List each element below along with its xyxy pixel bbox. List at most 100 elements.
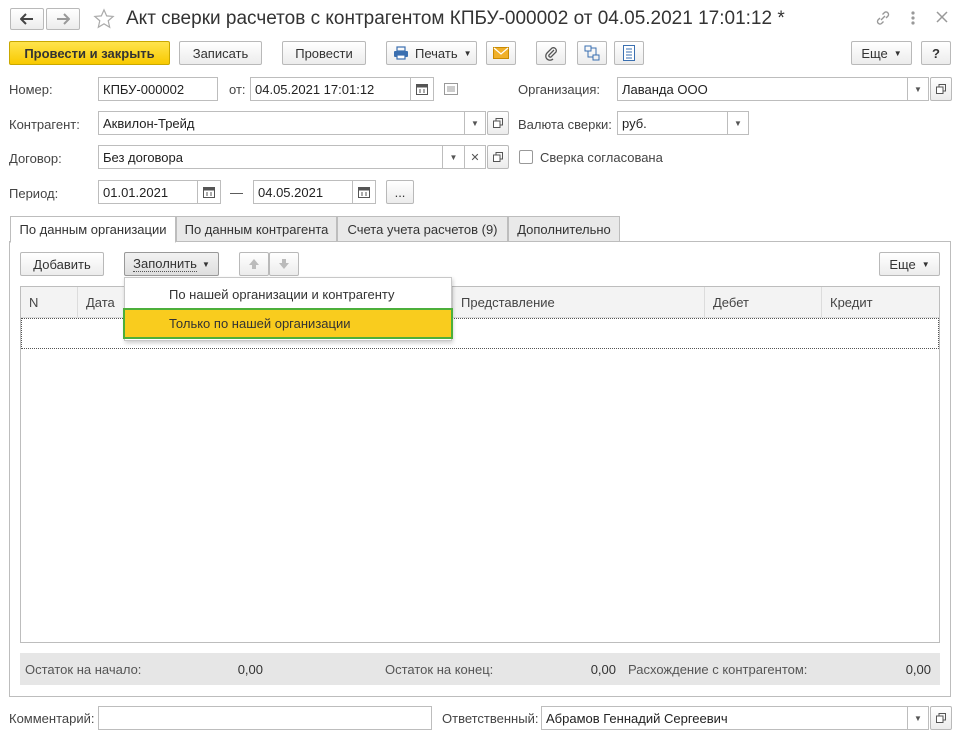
tab-org-data[interactable]: По данным организации	[10, 216, 176, 243]
period-end-field[interactable]: 04.05.2021	[253, 180, 376, 204]
open-window-icon	[493, 118, 503, 128]
counterparty-field[interactable]: Аквилон-Трейд ▼	[98, 111, 486, 135]
paperclip-icon	[544, 45, 558, 61]
chevron-down-icon: ▼	[921, 259, 930, 269]
post-and-close-button[interactable]: Провести и закрыть	[9, 41, 170, 65]
clear-icon: ✕	[470, 151, 480, 164]
number-field[interactable]: КПБУ-000002	[98, 77, 218, 101]
structure-button[interactable]	[577, 41, 607, 65]
notes-icon[interactable]	[444, 83, 458, 95]
fill-label: Заполнить	[133, 256, 197, 272]
add-button[interactable]: Добавить	[20, 252, 104, 276]
organization-open-button[interactable]	[930, 77, 952, 101]
comment-label: Комментарий:	[9, 711, 95, 726]
counterparty-dropdown-button[interactable]: ▼	[464, 112, 485, 134]
number-label: Номер:	[9, 82, 53, 97]
hierarchy-icon	[584, 45, 600, 61]
print-label: Печать	[415, 45, 458, 61]
calendar-button[interactable]	[197, 181, 220, 203]
start-balance-value: 0,00	[237, 662, 263, 677]
more-actions-icon[interactable]	[906, 10, 920, 26]
period-start-field[interactable]: 01.01.2021	[98, 180, 221, 204]
column-header-n[interactable]: N	[21, 287, 78, 317]
calendar-button[interactable]	[352, 181, 375, 203]
organization-label: Организация:	[518, 82, 601, 97]
agreed-checkbox[interactable]	[519, 150, 533, 164]
print-button[interactable]: Печать ▼	[386, 41, 477, 65]
contract-clear-button[interactable]: ✕	[464, 146, 485, 168]
difference-value: 0,00	[905, 662, 931, 677]
period-start-value: 01.01.2021	[103, 184, 169, 200]
period-label: Период:	[9, 186, 59, 201]
menu-item-org-only-label: Только по нашей организации	[169, 316, 351, 331]
open-window-icon	[936, 84, 946, 94]
more-label: Еще	[861, 45, 888, 61]
contract-open-button[interactable]	[487, 145, 509, 169]
responsible-label: Ответственный:	[442, 711, 539, 726]
column-header-representation[interactable]: Представление	[452, 287, 705, 317]
printer-icon	[393, 46, 409, 60]
open-window-icon	[493, 152, 503, 162]
contract-field[interactable]: Без договора ▼ ✕	[98, 145, 486, 169]
arrow-down-icon	[278, 258, 290, 270]
save-button[interactable]: Записать	[179, 41, 262, 65]
forward-button[interactable]	[46, 8, 80, 30]
period-select-button[interactable]: ...	[386, 180, 414, 204]
report-button[interactable]	[614, 41, 644, 65]
date-value: 04.05.2021 17:01:12	[255, 81, 375, 97]
attach-button[interactable]	[536, 41, 566, 65]
arrow-left-icon	[20, 13, 34, 25]
calendar-icon	[416, 83, 428, 95]
close-icon[interactable]	[935, 10, 949, 24]
column-header-credit[interactable]: Кредит	[822, 287, 939, 317]
calendar-button[interactable]	[410, 78, 433, 100]
chevron-down-icon: ▼	[893, 48, 902, 58]
responsible-dropdown-button[interactable]: ▼	[907, 707, 928, 729]
date-field[interactable]: 04.05.2021 17:01:12	[250, 77, 434, 101]
arrow-up-icon	[248, 258, 260, 270]
organization-field[interactable]: Лаванда ООО ▼	[617, 77, 929, 101]
help-button[interactable]: ?	[921, 41, 951, 65]
totals-bar: Остаток на начало: 0,00 Остаток на конец…	[20, 653, 940, 685]
tab-additional[interactable]: Дополнительно	[508, 216, 620, 242]
currency-field[interactable]: руб. ▼	[617, 111, 749, 135]
start-balance-label: Остаток на начало:	[25, 662, 142, 677]
fill-dropdown-menu: По нашей организации и контрагенту Тольк…	[123, 277, 453, 341]
period-end-value: 04.05.2021	[258, 184, 324, 200]
chevron-down-icon: ▼	[471, 118, 479, 128]
favorite-star-icon[interactable]	[93, 8, 115, 30]
currency-label: Валюта сверки:	[518, 117, 612, 132]
currency-value: руб.	[622, 115, 647, 131]
move-down-button[interactable]	[269, 252, 299, 276]
more-button[interactable]: Еще ▼	[851, 41, 912, 65]
comment-field[interactable]	[98, 706, 432, 730]
open-window-icon	[936, 713, 946, 723]
email-button[interactable]	[486, 41, 516, 65]
menu-item-org-only[interactable]: Только по нашей организации	[123, 308, 453, 339]
menu-item-org-and-counterparty[interactable]: По нашей организации и контрагенту	[169, 287, 394, 302]
organization-dropdown-button[interactable]: ▼	[907, 78, 928, 100]
currency-dropdown-button[interactable]: ▼	[727, 112, 748, 134]
contract-dropdown-button[interactable]: ▼	[442, 146, 464, 168]
back-button[interactable]	[10, 8, 44, 30]
document-list-icon	[623, 45, 635, 61]
counterparty-open-button[interactable]	[487, 111, 509, 135]
chevron-down-icon: ▼	[914, 713, 922, 723]
chevron-down-icon: ▼	[734, 118, 742, 128]
tab-counterparty-data[interactable]: По данным контрагента	[176, 216, 337, 242]
move-up-button[interactable]	[239, 252, 269, 276]
tab-accounts[interactable]: Счета учета расчетов (9)	[337, 216, 508, 242]
table-more-button[interactable]: Еще ▼	[879, 252, 940, 276]
responsible-open-button[interactable]	[930, 706, 952, 730]
end-balance-value: 0,00	[590, 662, 616, 677]
chevron-down-icon: ▼	[449, 152, 458, 162]
link-icon[interactable]	[875, 10, 891, 26]
fill-button[interactable]: Заполнить ▼	[124, 252, 219, 276]
table-more-label: Еще	[889, 256, 916, 272]
post-button[interactable]: Провести	[282, 41, 366, 65]
contract-value: Без договора	[103, 149, 183, 165]
column-header-debit[interactable]: Дебет	[705, 287, 822, 317]
arrow-right-icon	[56, 13, 70, 25]
responsible-field[interactable]: Абрамов Геннадий Сергеевич ▼	[541, 706, 929, 730]
calendar-icon	[358, 186, 370, 198]
